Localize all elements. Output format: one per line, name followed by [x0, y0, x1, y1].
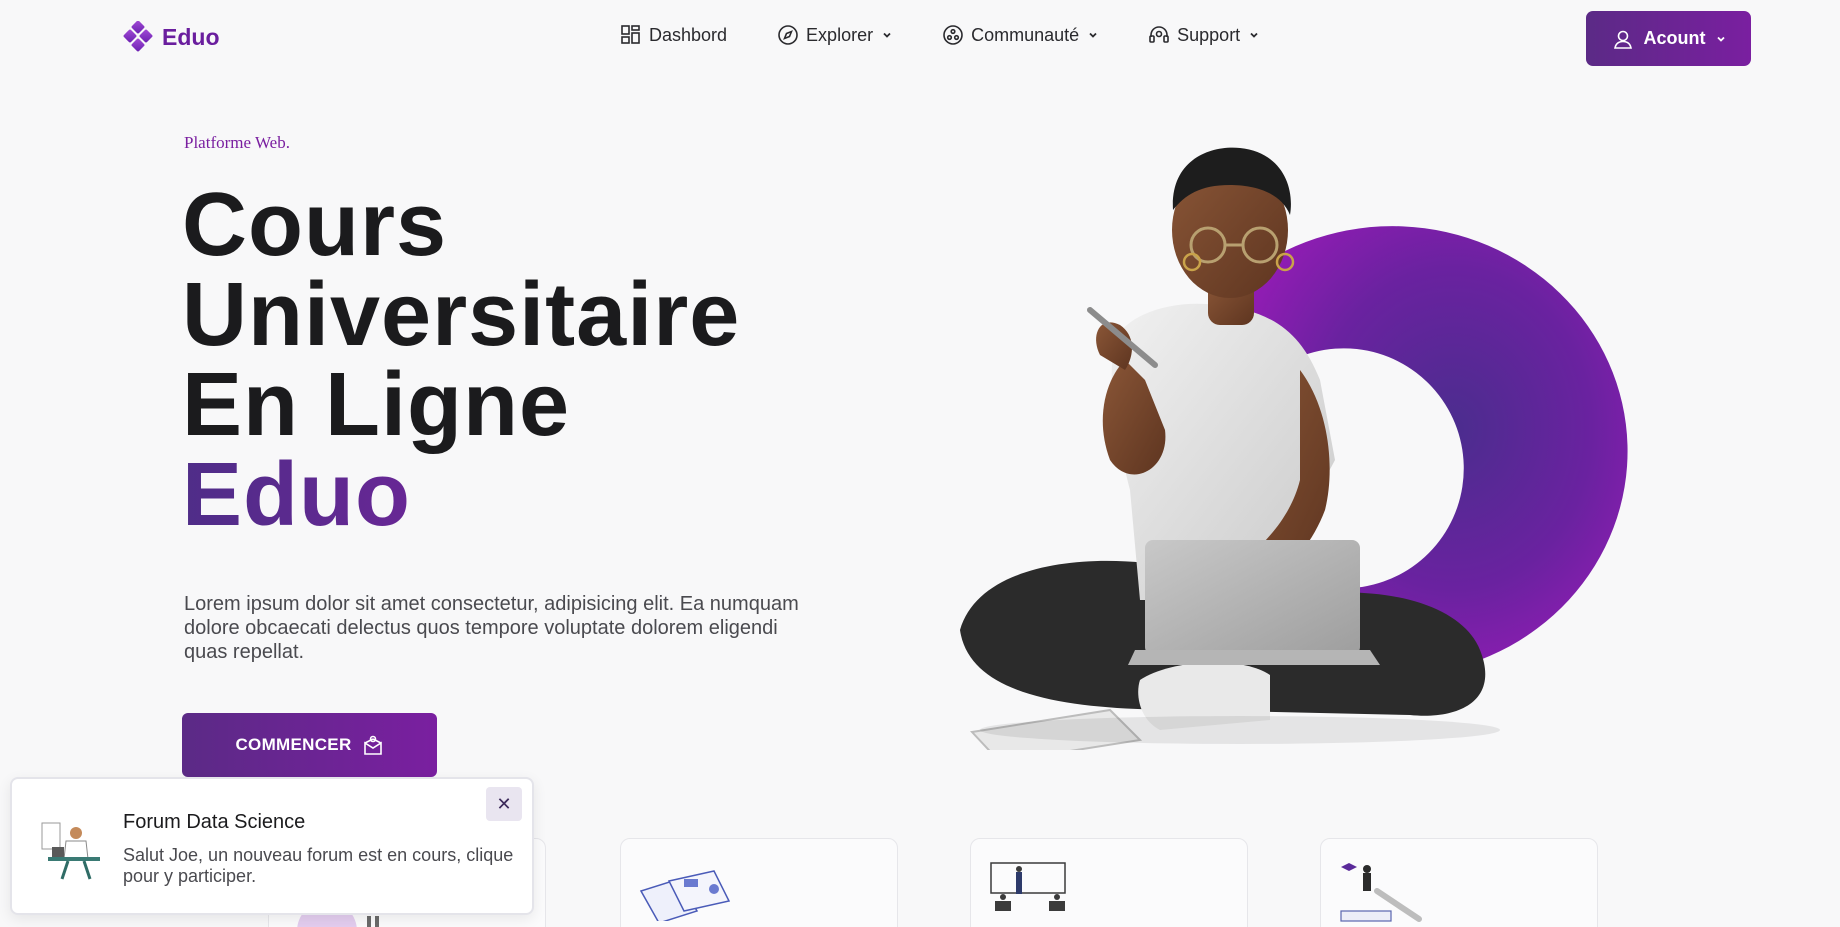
- community-circles-icon: [943, 25, 963, 45]
- documents-charts-illustration: [639, 870, 731, 921]
- hero-title-line: En Ligne: [182, 355, 570, 455]
- nav-label-explorer: Explorer: [806, 24, 874, 45]
- feature-card[interactable]: [620, 838, 898, 927]
- brand-name: Eduo: [162, 23, 220, 50]
- nav-label-dashboard: Dashbord: [649, 24, 728, 45]
- close-button[interactable]: ✕: [486, 787, 522, 821]
- forum-notification-toast[interactable]: Forum Data Science Salut Joe, un nouveau…: [10, 777, 534, 915]
- user-icon: [1613, 30, 1632, 49]
- main-nav: Dashbord Explorer Communauté Support: [620, 24, 1259, 46]
- account-button[interactable]: Acount: [1586, 11, 1751, 66]
- reader-box-icon: [363, 735, 382, 755]
- cta-label: COMMENCER: [235, 735, 352, 754]
- hero-eyebrow: Platforme Web.: [184, 133, 290, 152]
- feature-card[interactable]: [1320, 838, 1598, 927]
- classroom-whiteboard-illustration: [990, 862, 1066, 911]
- feature-card[interactable]: [970, 838, 1248, 927]
- hero-title-line: Cours: [182, 175, 448, 275]
- student-laptop-illustration: [960, 147, 1628, 750]
- chevron-down-icon: [1250, 32, 1258, 38]
- nav-label-support: Support: [1177, 24, 1241, 45]
- account-label: Acount: [1643, 28, 1706, 48]
- nav-item-dashboard[interactable]: Dashbord: [620, 24, 727, 46]
- nav-item-communaute[interactable]: Communauté: [942, 24, 1098, 46]
- compass-icon: [778, 25, 798, 45]
- hero-description: Lorem ipsum dolor sit amet consectetur, …: [184, 593, 799, 663]
- headset-icon: [1149, 26, 1169, 43]
- hero-title-brand: Eduo: [182, 450, 740, 540]
- close-icon: ✕: [496, 793, 512, 814]
- commencer-button[interactable]: COMMENCER: [182, 713, 437, 777]
- graduate-books-illustration: [1340, 863, 1422, 922]
- chevron-down-icon: [1089, 32, 1097, 38]
- hero-title-line: Universitaire: [182, 265, 741, 365]
- chevron-down-icon: [1716, 36, 1725, 42]
- diamond-cluster-icon: [123, 21, 153, 52]
- toast-body: Salut Joe, un nouveau forum est en cours…: [123, 845, 514, 886]
- dashboard-grid-icon: [621, 25, 640, 44]
- nav-item-explorer[interactable]: Explorer: [777, 24, 892, 46]
- navbar: Eduo Dashbord Explorer Communauté Suppor…: [0, 0, 1840, 76]
- person-at-desk-illustration: [41, 822, 100, 880]
- nav-item-support[interactable]: Support: [1148, 24, 1259, 46]
- nav-label-communaute: Communauté: [971, 24, 1080, 45]
- toast-title: Forum Data Science: [123, 811, 306, 833]
- hero-title: Cours Universitaire En Ligne Eduo: [182, 180, 740, 540]
- chevron-down-icon: [883, 32, 891, 38]
- brand-logo[interactable]: Eduo: [122, 21, 220, 53]
